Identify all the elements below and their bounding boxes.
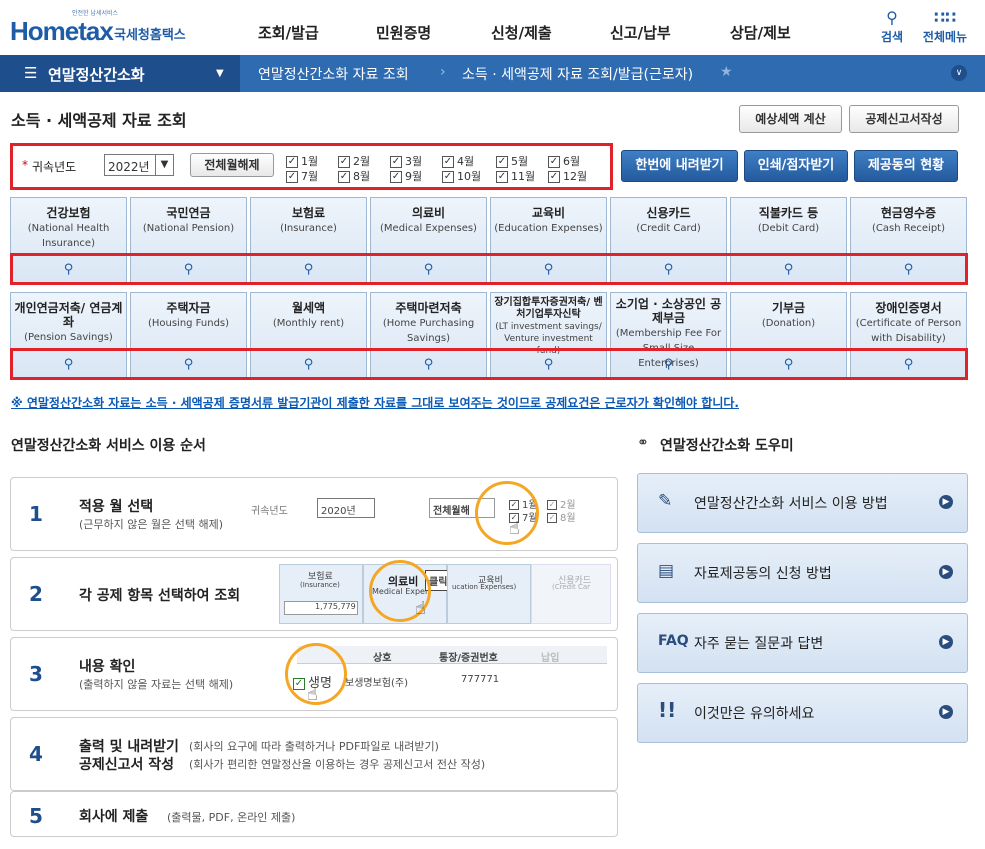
month-10[interactable]: ✓ 10월 (442, 168, 481, 184)
check-icon: ✓ (548, 171, 560, 183)
step-2: 2 각 공제 항목 선택하여 조회 보험료 (Insurance) 1,775,… (10, 557, 618, 631)
nav-consulting[interactable]: 상담/제보 (730, 22, 791, 43)
deduction-report-button[interactable]: 공제신고서작성 (849, 105, 959, 133)
document-edit-icon: ✎ (658, 491, 673, 511)
hand-cursor-icon: ☝ (307, 684, 318, 705)
month-6[interactable]: ✓ 6월 (548, 153, 580, 169)
menu-lines-icon: ☰ (24, 64, 38, 82)
nav-filing[interactable]: 신고/납부 (610, 22, 671, 43)
hand-cursor-icon: ☝ (509, 518, 520, 539)
mock-creditcard-card: 신용카드 (Credit Car (531, 564, 611, 624)
help-faq[interactable]: FAQ 자주 묻는 질문과 답변 ▶ (637, 613, 968, 673)
exclamation-icon: !! (658, 698, 677, 722)
arrow-right-icon: ▶ (939, 565, 953, 579)
page-title: 소득 · 세액공제 자료 조회 (11, 111, 187, 130)
notice-text[interactable]: ※ 연말정산간소화 자료는 소득 · 세액공제 증명서류 발급기관이 제출한 자… (11, 394, 739, 411)
star-icon[interactable]: ★ (720, 64, 733, 80)
month-3[interactable]: ✓ 3월 (390, 153, 422, 169)
search-button[interactable]: ⚲ 검색 (867, 8, 917, 45)
section-dropdown[interactable]: ☰ 연말정산간소화 ▼ (0, 55, 240, 92)
check-icon: ✓ (286, 171, 298, 183)
mock-year-label: 귀속년도 (251, 506, 288, 517)
row2-highlight (10, 348, 968, 380)
mock-education-card: 교육비 ucation Expenses) (447, 564, 531, 624)
highlight-circle (475, 481, 539, 545)
help-caution[interactable]: !! 이것만은 유의하세요 ▶ (637, 683, 968, 743)
print-button[interactable]: 인쇄/점자받기 (744, 150, 848, 182)
check-icon: ✓ (390, 156, 402, 168)
help-consent-guide[interactable]: ▤ 자료제공동의 신청 방법 ▶ (637, 543, 968, 603)
mock-insurance-card: 보험료 (Insurance) 1,775,779 (279, 564, 363, 624)
required-mark: * (22, 158, 28, 172)
arrow-right-icon: ▶ (939, 635, 953, 649)
mock-month-8: ✓ 8월 (547, 513, 576, 524)
breadcrumb-level2[interactable]: 연말정산간소화 자료 조회 (258, 64, 409, 84)
year-select[interactable]: 2022년 ▼ (104, 154, 174, 176)
breadcrumb-bar: ☰ 연말정산간소화 ▼ 연말정산간소화 자료 조회 › 소득 · 세액공제 자료… (0, 55, 985, 92)
help-usage-guide[interactable]: ✎ 연말정산간소화 서비스 이용 방법 ▶ (637, 473, 968, 533)
grid-icon: ∷∷ (933, 8, 957, 27)
month-2[interactable]: ✓ 2월 (338, 153, 370, 169)
select-arrow-icon: ▼ (155, 155, 173, 175)
clear-all-months-button[interactable]: 전체월해제 (190, 153, 274, 177)
year-value: 2022년 (108, 160, 150, 174)
chevron-down-icon[interactable]: ∨ (951, 65, 967, 81)
consent-status-button[interactable]: 제공동의 현황 (854, 150, 958, 182)
search-label: 검색 (880, 30, 904, 44)
step-4: 4 출력 및 내려받기 (회사의 요구에 따라 출력하거나 PDF파일로 내려받… (10, 717, 618, 791)
check-icon: ✓ (338, 171, 350, 183)
check-icon: ✓ (548, 156, 560, 168)
check-icon: ✓ (442, 156, 454, 168)
step-5: 5 회사에 제출 (출력물, PDF, 온라인 제출) (10, 791, 618, 837)
breadcrumb-level3[interactable]: 소득 · 세액공제 자료 조회/발급(근로자) (462, 64, 693, 84)
month-1[interactable]: ✓ 1월 (286, 153, 318, 169)
faq-icon: FAQ (658, 633, 689, 649)
section-label: 연말정산간소화 (48, 66, 145, 84)
arrow-right-icon: ▶ (939, 705, 953, 719)
estimate-tax-button[interactable]: 예상세액 계산 (739, 105, 842, 133)
logo-korean: 국세청홈택스 (114, 28, 186, 43)
hometax-logo[interactable]: 안전한 납세서비스 Hometax 국세청홈택스 (10, 8, 200, 48)
caret-down-icon: ▼ (216, 68, 224, 79)
check-icon: ✓ (496, 171, 508, 183)
check-icon: ✓ (338, 156, 350, 168)
chevron-right-icon: › (440, 64, 446, 80)
row1-highlight (10, 253, 968, 285)
logo-main: Hometax (10, 16, 114, 46)
all-menu-button[interactable]: ∷∷ 전체메뉴 (920, 8, 970, 45)
month-9[interactable]: ✓ 9월 (390, 168, 422, 184)
nav-certificates[interactable]: 민원증명 (376, 22, 431, 43)
month-7[interactable]: ✓ 7월 (286, 168, 318, 184)
month-11[interactable]: ✓ 11월 (496, 168, 535, 184)
month-4[interactable]: ✓ 4월 (442, 153, 474, 169)
check-icon: ✓ (496, 156, 508, 168)
check-icon: ✓ (286, 156, 298, 168)
hand-cursor-icon: ☝ (415, 598, 426, 619)
check-icon: ✓ (442, 171, 454, 183)
step-1: 1 적용 월 선택 (근무하지 않은 월은 선택 해제) 귀속년도 2020년 … (10, 477, 618, 551)
mock-year-select: 2020년 (317, 498, 375, 518)
document-icon: ▤ (658, 561, 675, 581)
check-icon: ✓ (390, 171, 402, 183)
nav-application[interactable]: 신청/제출 (491, 22, 552, 43)
all-menu-label: 전체메뉴 (922, 30, 968, 44)
arrow-right-icon: ▶ (939, 495, 953, 509)
help-title: 연말정산간소화 도우미 (660, 438, 794, 454)
download-all-button[interactable]: 한번에 내려받기 (621, 150, 738, 182)
month-8[interactable]: ✓ 8월 (338, 168, 370, 184)
month-5[interactable]: ✓ 5월 (496, 153, 528, 169)
headset-icon: ⚭ (637, 435, 649, 451)
nav-inquiry[interactable]: 조회/발급 (258, 22, 319, 43)
search-icon: ⚲ (886, 8, 898, 27)
year-label: 귀속년도 (32, 160, 77, 174)
month-12[interactable]: ✓ 12월 (548, 168, 587, 184)
steps-title: 연말정산간소화 서비스 이용 순서 (11, 438, 206, 454)
step-3: 3 내용 확인 (출력하지 않을 자료는 선택 해제) 상호 통장/증권번호 납… (10, 637, 618, 711)
